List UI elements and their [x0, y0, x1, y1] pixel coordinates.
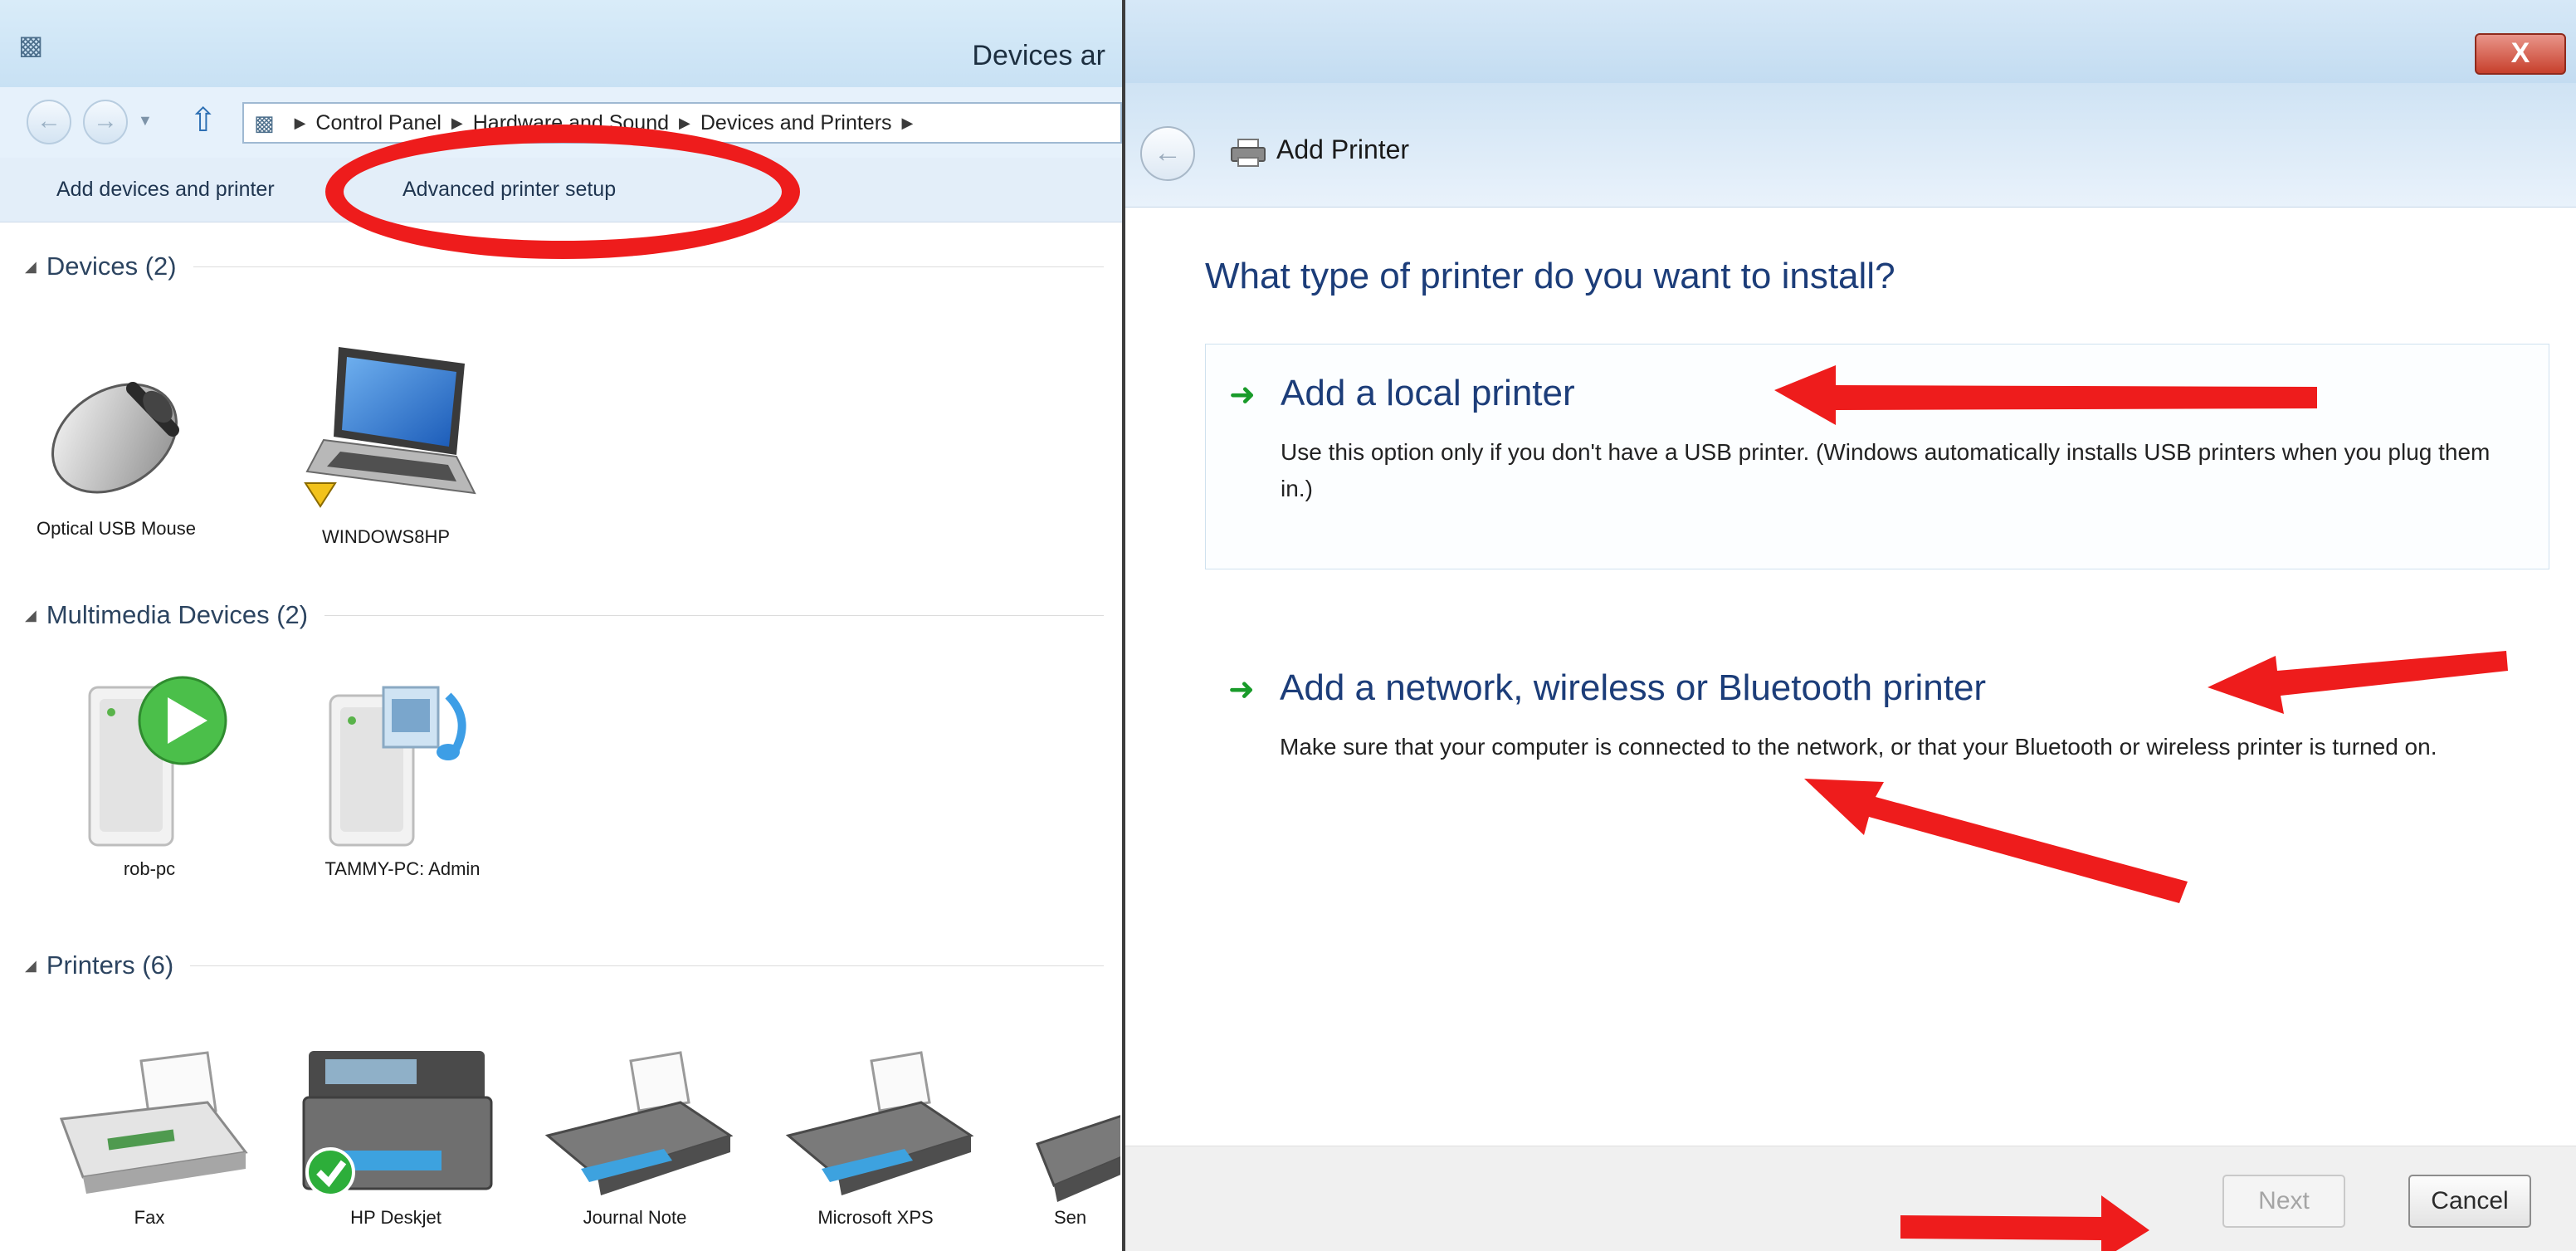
window-title: Devices ar	[972, 40, 1105, 71]
title-bar: ▩ Devices ar	[0, 0, 1122, 87]
chevron-right-icon[interactable]: ▶	[295, 115, 306, 132]
device-item[interactable]: Microsoft XPS	[772, 1044, 979, 1229]
printer-icon	[1231, 139, 1266, 167]
device-item[interactable]: TAMMY-PC: Admin	[307, 662, 498, 881]
group-label: Printers (6)	[46, 950, 174, 980]
collapse-icon[interactable]: ◢	[25, 258, 37, 276]
page-title: What type of printer do you want to inst…	[1205, 256, 1895, 296]
device-item[interactable]: HP Deskjet	[292, 1026, 500, 1229]
device-label: WINDOWS8HP	[322, 526, 450, 547]
devices-and-printers-window: ▩ Devices ar ← → ▼ ⇧ ▩ ▶ Control Panel ▶…	[0, 0, 1122, 1251]
dialog-title-bar: X	[1125, 0, 2576, 83]
device-item[interactable]: Sen	[1021, 1061, 1120, 1229]
up-arrow-icon[interactable]: ⇧	[189, 102, 217, 139]
checkmark-icon	[305, 1147, 355, 1197]
add-network-printer-option[interactable]: ➜ Add a network, wireless or Bluetooth p…	[1205, 639, 2549, 805]
devices-content: ◢ Devices (2) Optical USB Mouse WINDOWS8…	[0, 222, 1122, 1251]
option-description: Use this option only if you don't have a…	[1281, 439, 2491, 501]
green-arrow-icon: ➜	[1229, 378, 1256, 413]
device-label: Optical USB Mouse	[37, 518, 196, 539]
forward-arrow-icon[interactable]: →	[83, 100, 128, 144]
chevron-right-icon[interactable]: ▶	[902, 115, 914, 132]
control-panel-icon: ▩	[254, 110, 275, 135]
device-item[interactable]: rob-pc	[66, 662, 232, 881]
divider	[193, 266, 1104, 267]
group-label: Devices (2)	[46, 252, 177, 281]
divider	[324, 614, 1104, 616]
device-label: Sen	[1054, 1207, 1087, 1228]
breadcrumb-item[interactable]: Control Panel	[315, 111, 441, 135]
group-header-multimedia[interactable]: ◢ Multimedia Devices (2)	[25, 594, 1104, 636]
chevron-right-icon[interactable]: ▶	[679, 115, 690, 132]
option-description: Make sure that your computer is connecte…	[1280, 734, 2437, 760]
device-item[interactable]: Journal Note	[531, 1044, 739, 1229]
device-label: TAMMY-PC: Admin	[324, 858, 481, 879]
divider	[190, 965, 1104, 966]
printer-icon	[544, 1051, 734, 1195]
printer-icon	[302, 1051, 493, 1197]
device-label: rob-pc	[123, 858, 176, 879]
group-label: Multimedia Devices (2)	[46, 600, 309, 629]
collapse-icon[interactable]: ◢	[25, 607, 37, 624]
green-arrow-icon: ➜	[1228, 672, 1255, 707]
group-header-printers[interactable]: ◢ Printers (6)	[25, 945, 1104, 986]
cancel-button[interactable]: Cancel	[2408, 1175, 2531, 1228]
printer-icon	[785, 1051, 974, 1195]
device-item[interactable]: Optical USB Mouse	[33, 339, 199, 540]
printer-icon	[1036, 1115, 1120, 1202]
option-title[interactable]: Add a network, wireless or Bluetooth pri…	[1280, 667, 1986, 709]
add-printer-dialog: X ← Add Printer What type of printer do …	[1122, 0, 2576, 1251]
next-button[interactable]: Next	[2222, 1175, 2345, 1228]
back-arrow-icon[interactable]: ←	[1140, 126, 1195, 181]
device-label: Journal Note	[583, 1207, 687, 1228]
chevron-right-icon[interactable]: ▶	[451, 115, 463, 132]
warning-icon	[304, 482, 337, 508]
breadcrumb-item[interactable]: Devices and Printers	[700, 111, 892, 135]
control-panel-icon: ▩	[18, 30, 44, 60]
dialog-footer: Next Cancel	[1125, 1146, 2576, 1251]
option-title[interactable]: Add a local printer	[1281, 373, 1575, 414]
group-header-devices[interactable]: ◢ Devices (2)	[25, 246, 1104, 287]
device-item[interactable]: Fax	[50, 1036, 249, 1229]
device-label: HP Deskjet	[350, 1207, 442, 1228]
dialog-header: ← Add Printer	[1125, 83, 2576, 208]
device-item[interactable]: WINDOWS8HP	[290, 330, 481, 549]
fax-icon	[59, 1051, 248, 1194]
device-label: Microsoft XPS	[817, 1207, 934, 1228]
back-arrow-icon[interactable]: ←	[27, 100, 71, 144]
chevron-down-icon[interactable]: ▼	[138, 112, 153, 129]
media-server-icon	[329, 686, 466, 847]
add-local-printer-option[interactable]: ➜ Add a local printer Use this option on…	[1205, 344, 2549, 569]
add-devices-button[interactable]: Add devices and printer	[56, 178, 275, 202]
media-server-icon	[88, 676, 227, 847]
mouse-icon	[51, 382, 179, 494]
close-button[interactable]: X	[2475, 33, 2566, 75]
device-label: Fax	[134, 1207, 165, 1228]
dialog-title: Add Printer	[1276, 134, 1410, 164]
collapse-icon[interactable]: ◢	[25, 957, 37, 975]
laptop-icon	[304, 347, 476, 508]
